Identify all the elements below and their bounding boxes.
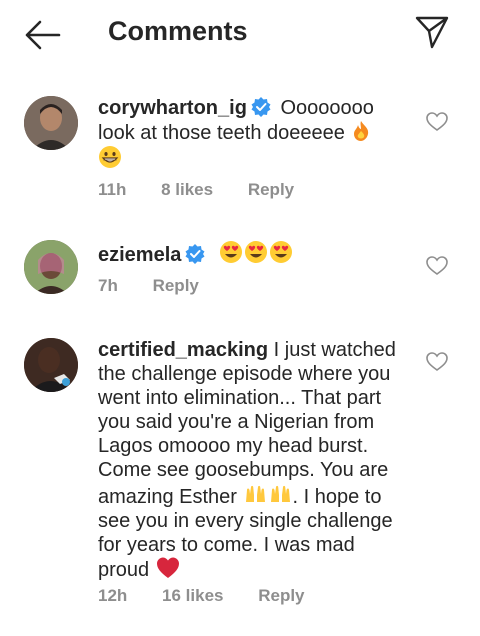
back-button[interactable] bbox=[22, 18, 62, 52]
comment-likes[interactable]: 16 likes bbox=[162, 586, 223, 605]
reply-button[interactable]: Reply bbox=[258, 586, 304, 605]
comment-likes[interactable]: 8 likes bbox=[161, 180, 213, 199]
comment-text: certified_macking I just watched the cha… bbox=[98, 338, 410, 582]
fire-icon bbox=[354, 121, 369, 141]
verified-badge-icon bbox=[251, 97, 271, 117]
comment-text-line2: look at those teeth doeeeee bbox=[98, 122, 345, 144]
comment-meta: 12h 16 likes Reply bbox=[98, 586, 335, 606]
avatar[interactable] bbox=[24, 96, 78, 150]
comment-meta: 11h 8 likes Reply bbox=[98, 180, 324, 200]
red-heart-icon bbox=[156, 557, 179, 578]
heart-eyes-icon bbox=[244, 241, 267, 263]
grinning-face-icon bbox=[99, 146, 121, 168]
comment-username[interactable]: corywharton_ig bbox=[98, 97, 247, 119]
raising-hands-icon bbox=[270, 485, 290, 502]
reply-button[interactable]: Reply bbox=[153, 276, 199, 295]
heart-outline-icon bbox=[426, 256, 448, 275]
comment-time: 12h bbox=[98, 586, 128, 605]
comment-username[interactable]: certified_macking bbox=[98, 339, 268, 361]
avatar[interactable] bbox=[24, 240, 78, 294]
reply-button[interactable]: Reply bbox=[248, 180, 294, 199]
arrow-left-icon bbox=[25, 20, 61, 50]
share-button[interactable] bbox=[414, 14, 450, 50]
heart-eyes-icon bbox=[219, 241, 242, 263]
like-button[interactable] bbox=[426, 112, 448, 132]
avatar-image bbox=[24, 96, 78, 150]
comment-username[interactable]: eziemela bbox=[98, 244, 181, 266]
paper-plane-icon bbox=[415, 16, 449, 49]
heart-outline-icon bbox=[426, 112, 448, 131]
comments-header: Comments bbox=[0, 0, 480, 68]
comment-meta: 7h Reply bbox=[98, 276, 229, 296]
comment-text-line1: Oooooooo bbox=[280, 97, 374, 119]
comment-time: 11h bbox=[98, 180, 127, 199]
heart-outline-icon bbox=[426, 352, 448, 371]
raising-hands-icon bbox=[245, 485, 265, 502]
avatar[interactable] bbox=[24, 338, 78, 392]
avatar-image bbox=[24, 240, 78, 294]
verified-badge-icon bbox=[185, 244, 205, 264]
avatar-image bbox=[24, 338, 78, 392]
page-title: Comments bbox=[108, 16, 248, 46]
comment-text: eziemela bbox=[98, 240, 410, 267]
like-button[interactable] bbox=[426, 352, 448, 372]
comment-text: corywharton_ig Oooooooo look at those te… bbox=[98, 96, 410, 172]
comment-time: 7h bbox=[98, 276, 118, 295]
like-button[interactable] bbox=[426, 256, 448, 276]
heart-eyes-icon bbox=[269, 241, 292, 263]
